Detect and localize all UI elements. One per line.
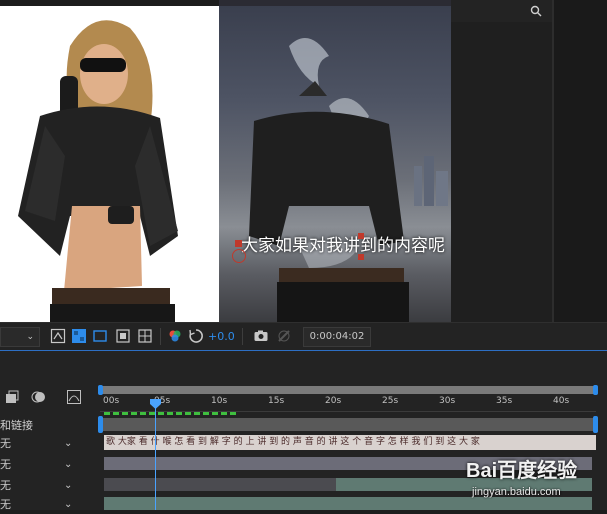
right-panel: [552, 0, 607, 322]
view-dropdown[interactable]: ⌄: [0, 327, 40, 347]
chevron-down-icon[interactable]: ⌄: [64, 456, 72, 474]
separator: [242, 328, 243, 345]
woman-photo: [18, 20, 178, 322]
ruler-label: 20s: [325, 396, 342, 406]
viewer-toolbar: [451, 0, 552, 22]
show-snapshot-icon[interactable]: [276, 328, 292, 344]
exposure-value[interactable]: +0.0: [208, 329, 235, 344]
color-channels-icon[interactable]: [167, 328, 183, 344]
layer-parent-value: 无: [0, 479, 11, 492]
comp-duration-bar[interactable]: [100, 418, 596, 431]
layer-stack-icon[interactable]: [4, 389, 20, 405]
layer-row[interactable]: 无 ⌄: [0, 477, 98, 495]
layer-parent-value: 无: [0, 458, 11, 471]
chevron-down-icon: ⌄: [26, 332, 34, 342]
composition-viewer[interactable]: 大家如果对我讲到的内容呢: [219, 0, 552, 322]
comp-bar-start[interactable]: [98, 416, 103, 433]
playhead-marker-icon[interactable]: [149, 398, 162, 410]
composition-artwork: [249, 38, 448, 322]
viewer-side-area: [451, 22, 552, 322]
mask-path-icon[interactable]: [92, 328, 108, 344]
text-handle-center-bottom[interactable]: [358, 254, 364, 260]
comp-bar-end[interactable]: [593, 416, 598, 433]
text-handle-left[interactable]: [235, 240, 242, 247]
chevron-down-icon[interactable]: ⌄: [64, 435, 72, 453]
reset-exposure-icon[interactable]: [188, 328, 204, 344]
camera-snapshot-icon[interactable]: [253, 328, 269, 344]
watermark-url: jingyan.baidu.com: [472, 486, 561, 498]
chevron-down-icon[interactable]: ⌄: [64, 477, 72, 495]
anchor-point-icon[interactable]: [232, 249, 246, 263]
ruler-label: 15s: [268, 396, 285, 406]
work-area-end-handle[interactable]: [593, 385, 598, 395]
ruler-label: 00s: [103, 396, 120, 406]
ruler-label: 25s: [382, 396, 399, 406]
layer-parent-value: 无: [0, 498, 11, 511]
current-time-display[interactable]: 0:00:04:02: [303, 327, 371, 347]
ruler-label: 30s: [439, 396, 456, 406]
layer-row[interactable]: 无 ⌄: [0, 496, 98, 514]
region-of-interest-icon[interactable]: [115, 328, 131, 344]
graph-editor-icon[interactable]: [66, 389, 82, 405]
caption-text[interactable]: 大家如果对我讲到的内容呢: [241, 233, 445, 259]
work-area-start-handle[interactable]: [98, 385, 103, 395]
transparency-grid-icon[interactable]: [71, 328, 87, 344]
ruler-label: 10s: [211, 396, 228, 406]
ruler-label: 35s: [496, 396, 513, 406]
motion-blur-icon[interactable]: [31, 389, 47, 405]
text-handle-center[interactable]: [358, 233, 364, 239]
viewer-control-bar: ⌄ +0.0 0:00:04:02: [0, 322, 607, 351]
chevron-down-icon[interactable]: ⌄: [64, 496, 72, 514]
layer-row[interactable]: 无 ⌄: [0, 435, 98, 453]
separator: [160, 328, 161, 345]
time-ruler[interactable]: 00s 05s 10s 15s 20s 25s 30s 35s 40s: [100, 395, 596, 412]
watermark: Bai百度经验 jingyan.baidu.com: [466, 448, 607, 510]
work-area-bar[interactable]: [100, 386, 596, 394]
grid-guide-icon[interactable]: [137, 328, 153, 344]
composition-frame: 大家如果对我讲到的内容呢: [219, 6, 451, 322]
render-cache-bar: [104, 412, 236, 415]
watermark-brand: Bai百度经验: [466, 460, 578, 482]
playhead-line[interactable]: [155, 399, 156, 510]
layer-row[interactable]: 无 ⌄: [0, 456, 98, 474]
layer-parent-value: 无: [0, 437, 11, 450]
ruler-label: 40s: [553, 396, 570, 406]
layer-bar[interactable]: [104, 478, 336, 491]
layers-column-header: 和链接: [0, 419, 33, 432]
source-footage-preview: [0, 6, 219, 322]
snapshot-toggle-icon[interactable]: [50, 328, 66, 344]
search-icon[interactable]: [530, 5, 542, 17]
